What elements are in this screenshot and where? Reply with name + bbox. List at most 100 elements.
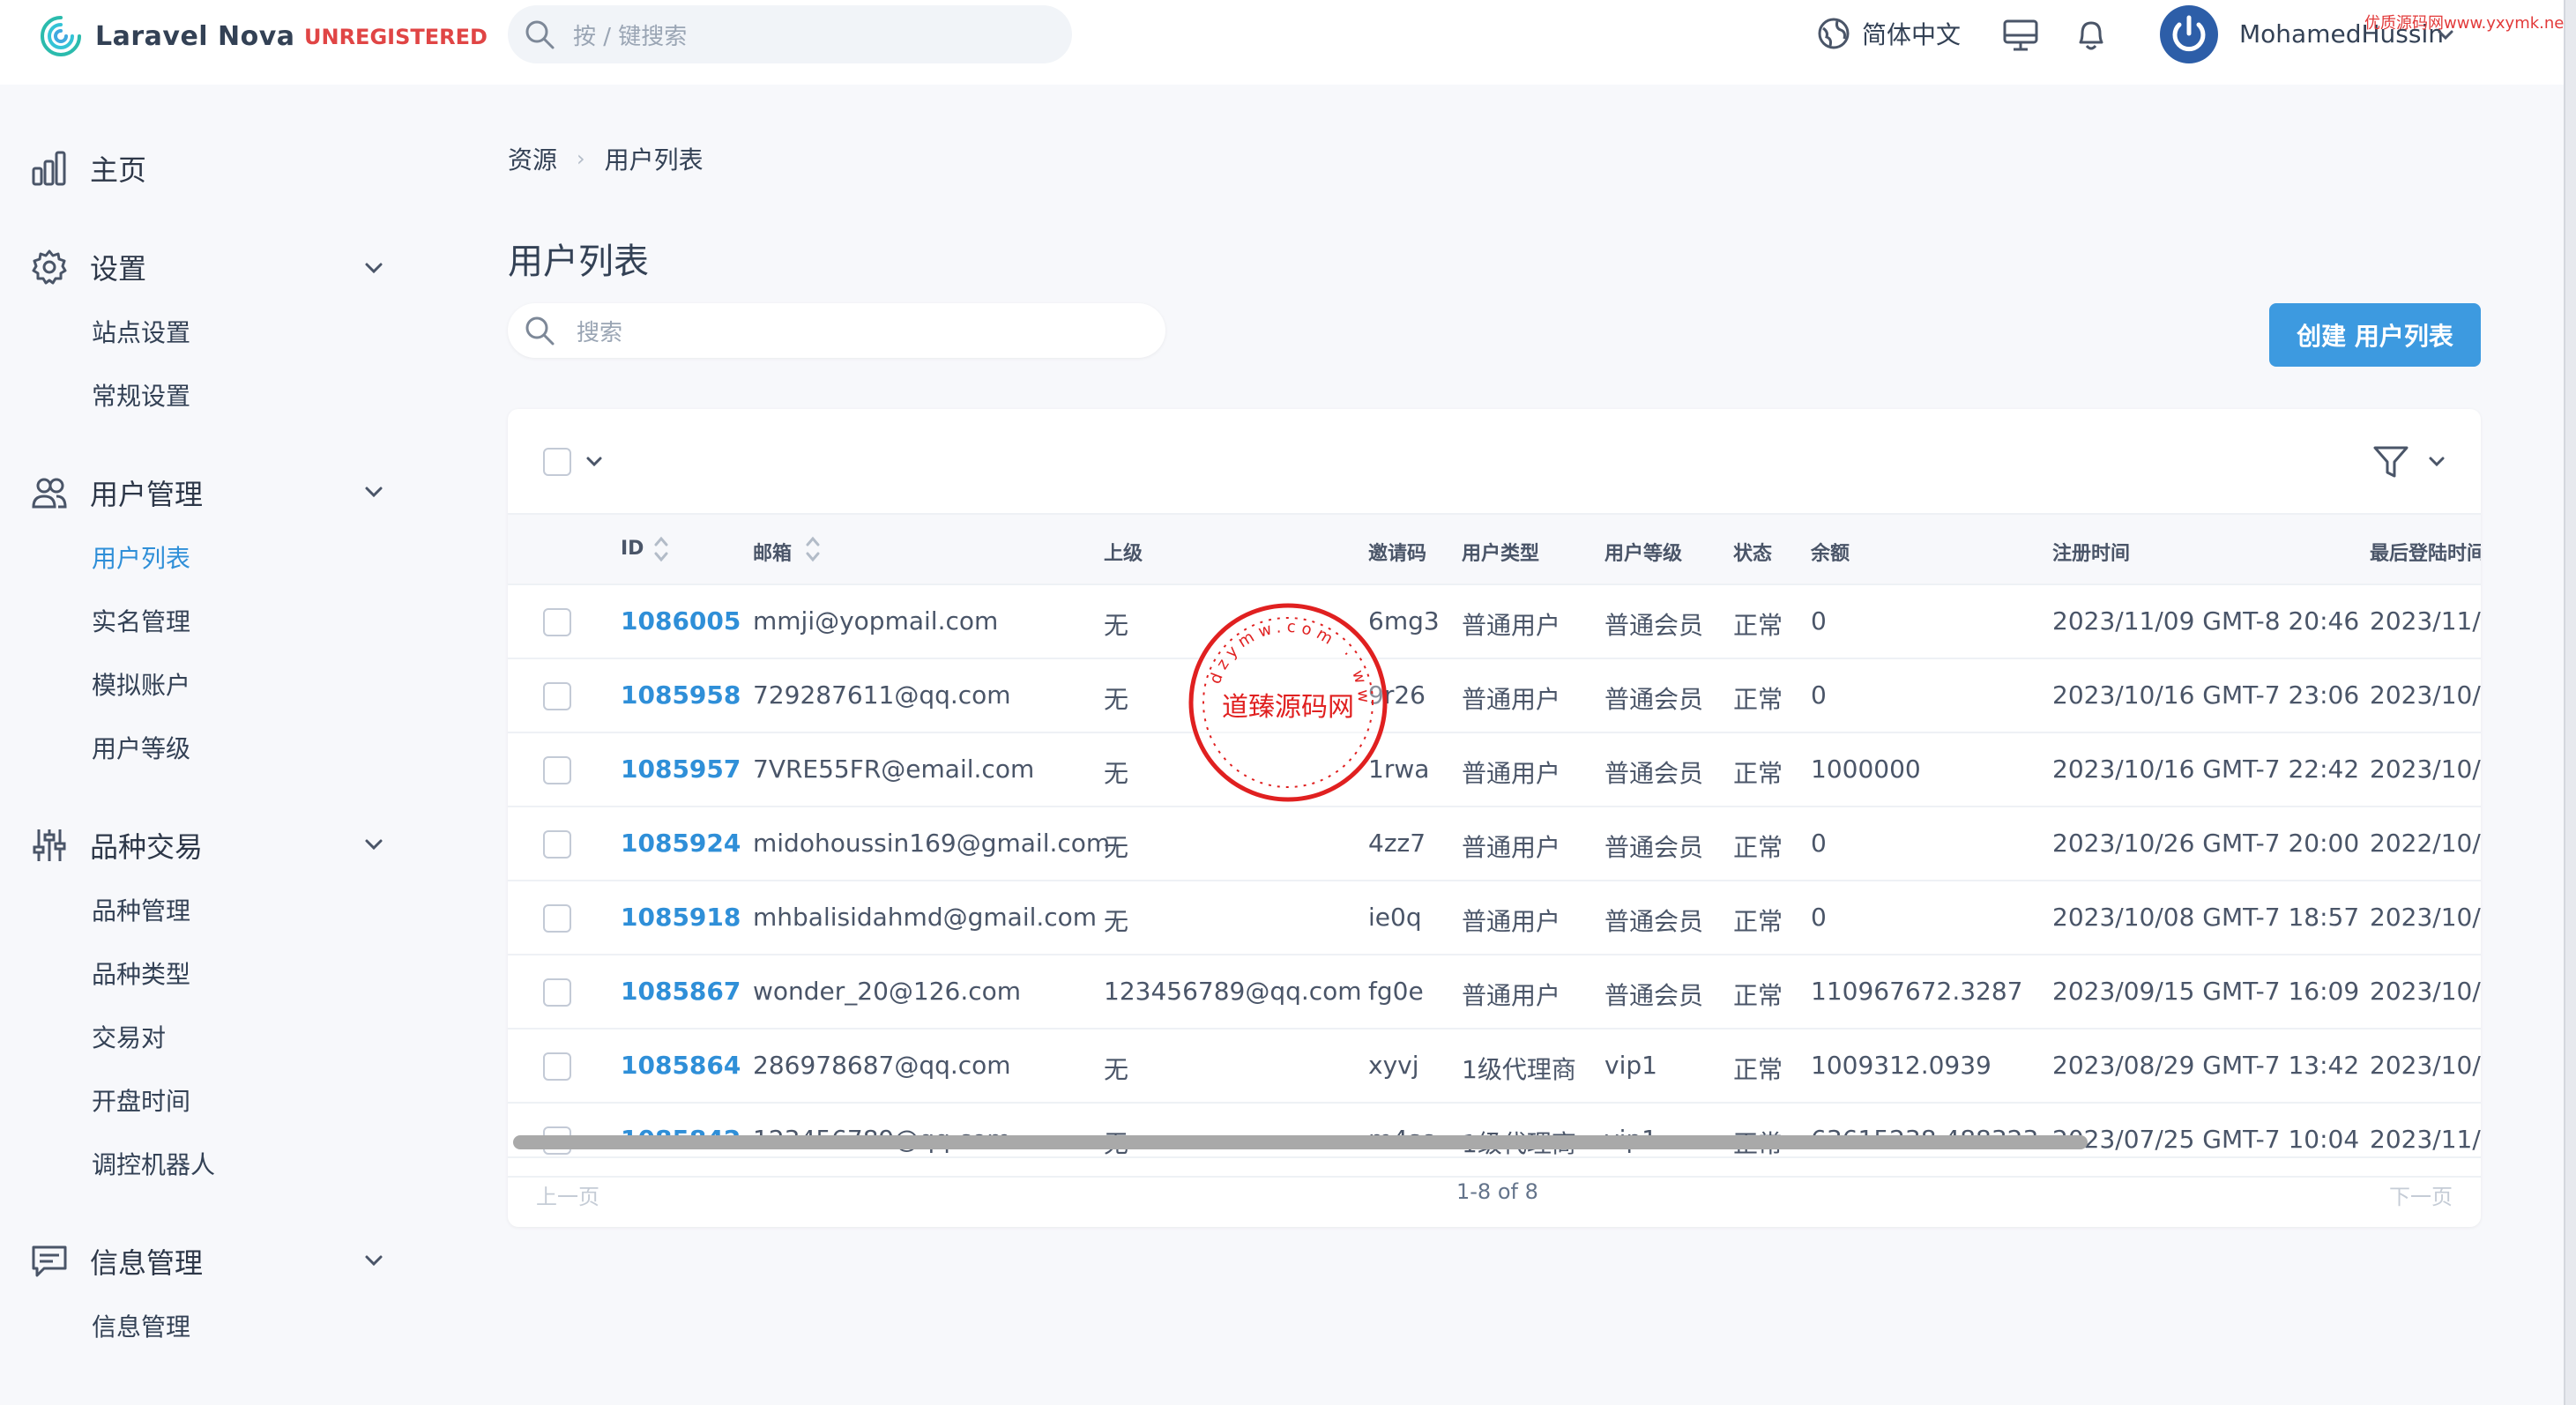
sidebar-item-home[interactable]: 主页 <box>30 148 146 189</box>
cell-id[interactable]: 1085957 <box>621 755 741 784</box>
chevron-down-icon[interactable] <box>2426 451 2447 472</box>
sidebar-item-user-list[interactable]: 用户列表 <box>92 539 190 575</box>
sidebar-item-demo-accounts[interactable]: 模拟账户 <box>92 666 190 702</box>
chevron-down-icon[interactable] <box>584 451 605 472</box>
user-avatar[interactable] <box>2160 5 2218 63</box>
sidebar-group-trading[interactable]: 品种交易 <box>30 825 203 866</box>
cell-id[interactable]: 1085918 <box>621 903 741 932</box>
cell-email: wonder_20@126.com <box>753 977 1022 1006</box>
cell-balance: 110967672.3287 <box>1811 977 2023 1006</box>
table-row[interactable]: 1085918 mhbalisidahmd@gmail.com 无 ie0q 普通用户 普… <box>508 881 2481 955</box>
cell-registered-at: 2023/10/08 GMT-7 18:57 <box>2052 903 2360 932</box>
cell-last-login: 2023/10/2 <box>2370 903 2481 932</box>
chevron-down-icon[interactable] <box>361 832 386 857</box>
cell-id[interactable]: 1085867 <box>621 977 741 1006</box>
resource-search-input[interactable]: 搜索 <box>508 303 1165 358</box>
cell-balance: 0 <box>1811 903 1827 932</box>
cell-parent: 无 <box>1104 759 1129 788</box>
gear-icon <box>32 249 67 285</box>
column-header-email[interactable]: 邮箱 <box>753 538 792 566</box>
sidebar-item-product-management[interactable]: 品种管理 <box>92 892 190 927</box>
sort-icon[interactable] <box>652 534 670 564</box>
column-header-balance: 余额 <box>1811 543 1850 565</box>
monitor-icon[interactable] <box>2001 16 2040 55</box>
row-checkbox[interactable] <box>543 978 571 1007</box>
table-row[interactable]: 1085957 7VRE55FR@email.com 无 1rwa 普通用户 普通会员 正常… <box>508 733 2481 807</box>
cell-last-login: 2023/10/2 <box>2370 755 2481 784</box>
bell-icon[interactable] <box>2072 16 2111 55</box>
table-row[interactable]: 1085958 729287611@qq.com 无 9r26 普通用户 普通会员 正常 0 2… <box>508 659 2481 733</box>
cell-user-type: 1级代理商 <box>1462 1055 1576 1084</box>
filter-icon[interactable] <box>2371 442 2410 481</box>
row-checkbox[interactable] <box>543 904 571 933</box>
sidebar-item-trading-pairs[interactable]: 交易对 <box>92 1019 166 1054</box>
cell-email: 286978687@qq.com <box>753 1051 1011 1080</box>
footer-divider <box>508 1156 2481 1158</box>
column-header-id[interactable]: ID <box>621 538 644 560</box>
sidebar-messages-label: 信息管理 <box>90 1246 204 1280</box>
cell-user-level: vip1 <box>1604 1051 1657 1080</box>
next-page-button[interactable]: 下一页 <box>2389 1179 2453 1210</box>
sidebar-item-general-settings[interactable]: 常规设置 <box>92 377 190 413</box>
cell-balance: 0 <box>1811 680 1827 710</box>
table-row[interactable]: 1085867 wonder_20@126.com 123456789@qq.com… <box>508 955 2481 1030</box>
resource-search-placeholder: 搜索 <box>577 319 623 346</box>
window-scrollbar[interactable] <box>2564 0 2576 1405</box>
row-checkbox[interactable] <box>543 608 571 636</box>
sidebar-settings-label: 设置 <box>90 252 147 286</box>
table-row[interactable]: 1085924 midohoussin169@gmail.com 无 4zz7 普通用户… <box>508 807 2481 881</box>
cell-id[interactable]: 1086005 <box>621 606 741 636</box>
breadcrumb-root[interactable]: 资源 <box>508 141 557 176</box>
cell-id[interactable]: 1085958 <box>621 680 741 710</box>
cell-id[interactable]: 1085924 <box>621 829 741 858</box>
language-switcher[interactable]: 简体中文 <box>1816 16 1961 51</box>
sidebar-item-opening-hours[interactable]: 开盘时间 <box>92 1082 190 1118</box>
sidebar-group-settings[interactable]: 设置 <box>30 247 146 287</box>
horizontal-scrollbar[interactable] <box>513 1135 2088 1149</box>
stamp-title: 道臻源码网 <box>1222 692 1354 723</box>
cell-email: 7VRE55FR@email.com <box>753 755 1035 784</box>
sidebar-item-site-settings[interactable]: 站点设置 <box>92 314 190 349</box>
cell-user-type: 普通用户 <box>1462 759 1561 788</box>
table-row[interactable]: 1085864 286978687@qq.com 无 xyvj 1级代理商 vip1 正常 1… <box>508 1030 2481 1104</box>
chevron-down-icon[interactable] <box>361 479 386 504</box>
table-header: ID 邮箱 上级 邀请码 用户类型 用户等级 状态 余额 注册时间 最后登陆时间 <box>508 515 2481 585</box>
watermark-stamp: 道臻源码网 dzymw.com · www <box>1187 601 1388 802</box>
sidebar-item-kyc[interactable]: 实名管理 <box>92 603 190 638</box>
create-user-button[interactable]: 创建 用户列表 <box>2269 303 2481 367</box>
breadcrumb-current: 用户列表 <box>604 145 704 175</box>
cell-registered-at: 2023/10/16 GMT-7 23:06 <box>2052 680 2360 710</box>
cell-last-login: 2023/10/2 <box>2370 977 2481 1006</box>
sidebar-trading-label: 品种交易 <box>90 830 204 864</box>
row-checkbox[interactable] <box>543 682 571 710</box>
sidebar-item-control-robot[interactable]: 调控机器人 <box>92 1146 215 1181</box>
top-header: Laravel Nova UNREGISTERED 按 / 键搜索 简体中文 M… <box>0 0 2576 85</box>
row-checkbox[interactable] <box>543 1052 571 1081</box>
prev-page-button[interactable]: 上一页 <box>536 1179 599 1210</box>
sidebar-group-user-management[interactable]: 用户管理 <box>30 472 203 513</box>
cell-parent: 无 <box>1104 611 1129 640</box>
sidebar-item-user-levels[interactable]: 用户等级 <box>92 730 190 765</box>
cell-id[interactable]: 1085864 <box>621 1051 741 1080</box>
sidebar-user-mgmt-label: 用户管理 <box>90 478 204 511</box>
chevron-down-icon[interactable] <box>361 1248 386 1273</box>
app-logo[interactable]: Laravel Nova <box>39 14 295 58</box>
table-row[interactable]: 1086005 mmji@yopmail.com 无 6mg3 普通用户 普通会员 正常 0 2… <box>508 585 2481 659</box>
corner-watermark: 优质源码网www.yxymk.net <box>2364 14 2571 33</box>
cell-user-type: 普通用户 <box>1462 907 1561 936</box>
row-checkbox[interactable] <box>543 756 571 784</box>
table-toolbar <box>508 409 2481 515</box>
cell-balance: 1009312.0939 <box>1811 1051 1992 1080</box>
select-all-checkbox[interactable] <box>543 448 571 476</box>
sort-icon[interactable] <box>804 534 822 564</box>
row-checkbox[interactable] <box>543 830 571 859</box>
sidebar-item-message-management[interactable]: 信息管理 <box>92 1308 190 1343</box>
search-icon <box>525 316 555 346</box>
cell-invite-code: ie0q <box>1368 903 1422 932</box>
global-search-input[interactable]: 按 / 键搜索 <box>508 5 1072 63</box>
sidebar-group-messages[interactable]: 信息管理 <box>30 1241 203 1282</box>
pagination-summary: 1-8 of 8 <box>1456 1179 1538 1204</box>
sidebar-item-product-types[interactable]: 品种类型 <box>92 955 190 991</box>
cell-invite-code: fg0e <box>1368 977 1424 1006</box>
chevron-down-icon[interactable] <box>361 256 386 280</box>
